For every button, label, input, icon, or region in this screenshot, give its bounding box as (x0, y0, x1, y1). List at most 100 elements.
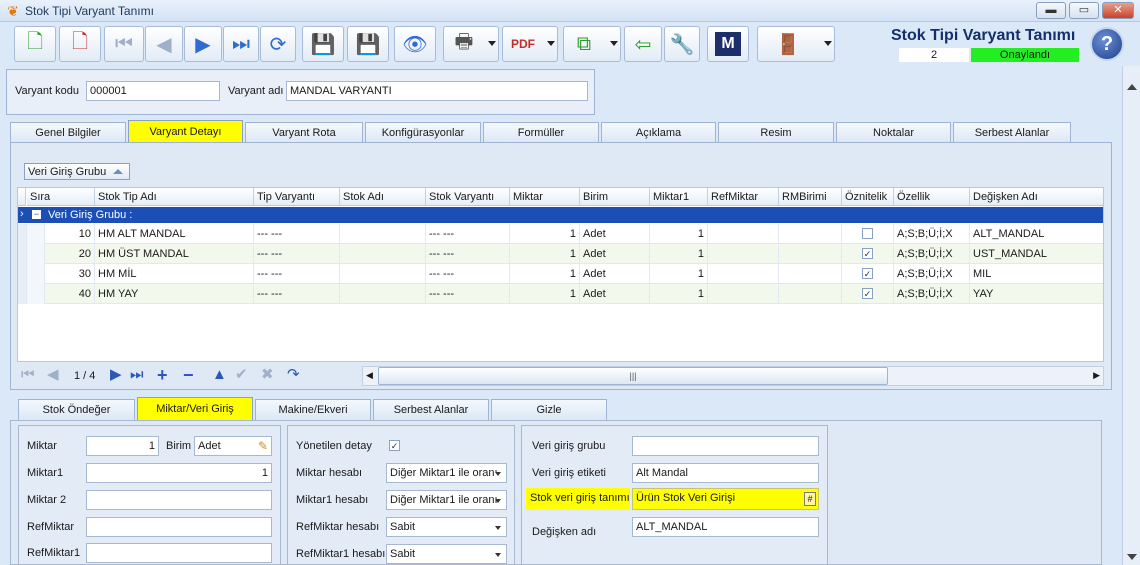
cell-oznitelik[interactable] (842, 224, 894, 244)
close-button[interactable]: ✕ (1102, 2, 1134, 19)
cell-stok-adi[interactable] (340, 284, 426, 304)
exit-button[interactable]: 🚪 (757, 26, 835, 62)
oznitelik-checkbox[interactable]: ✓ (862, 268, 873, 279)
chevron-down-icon[interactable] (495, 472, 501, 476)
chevron-down-icon[interactable] (488, 41, 496, 46)
cell-rmbirimi[interactable] (779, 224, 842, 244)
cell-stok-adi[interactable] (340, 244, 426, 264)
scroll-left-icon[interactable]: ◀ (366, 370, 373, 381)
row-indicator[interactable] (18, 264, 27, 284)
col-ozellik[interactable]: Özellik (894, 188, 970, 206)
chevron-down-icon[interactable] (495, 553, 501, 557)
cell-oznitelik[interactable]: ✓ (842, 264, 894, 284)
nav-add-icon[interactable]: + (157, 366, 168, 384)
eraser-icon[interactable]: ✎ (258, 439, 268, 453)
veri-giris-grubu-input[interactable] (632, 436, 819, 456)
maximize-button[interactable]: ▭ (1069, 2, 1099, 19)
variant-code-input[interactable]: 000001 (86, 81, 220, 101)
cell-miktar1[interactable]: 1 (650, 284, 708, 304)
cell-birim[interactable]: Adet (580, 284, 650, 304)
veri-giris-etiketi-input[interactable]: Alt Mandal (632, 463, 819, 483)
cell-rmbirimi[interactable] (779, 284, 842, 304)
nav-prev-icon[interactable]: ◀ (47, 367, 59, 383)
cell-ozellik[interactable]: A;S;B;Ü;İ;X (894, 264, 970, 284)
refmiktar1-input[interactable] (86, 543, 272, 563)
previous-record-button[interactable]: ◀ (145, 26, 183, 62)
nav-first-icon[interactable]: ⏮ (21, 367, 35, 383)
tab-miktar-veri-giris[interactable]: Miktar/Veri Giriş (137, 397, 253, 420)
cell-degisken-adi[interactable]: ALT_MANDAL (970, 224, 1103, 244)
miktar1-hesabi-select[interactable]: Diğer Miktar1 ile oranı (386, 490, 507, 510)
col-miktar1[interactable]: Miktar1 (650, 188, 708, 206)
cell-miktar[interactable]: 1 (510, 244, 580, 264)
cell-refmiktar[interactable] (708, 244, 779, 264)
tab-gizle[interactable]: Gizle (491, 399, 607, 420)
oznitelik-checkbox[interactable]: ✓ (862, 248, 873, 259)
col-sira[interactable]: Sıra (27, 188, 95, 206)
nav-last-icon[interactable]: ⏭ (130, 367, 144, 383)
table-row[interactable]: 40 HM YAY --- --- --- --- 1 Adet 1 ✓ A;S;B;Ü;İ;X… (18, 284, 1103, 304)
col-refmiktar[interactable]: RefMiktar (708, 188, 779, 206)
save-close-button[interactable]: 💾 (347, 26, 389, 62)
scroll-up-icon[interactable] (1127, 84, 1137, 90)
delete-record-button[interactable]: 🗋 (59, 26, 101, 62)
cell-ozellik[interactable]: A;S;B;Ü;İ;X (894, 284, 970, 304)
miktar1-input[interactable]: 1 (86, 463, 272, 483)
minimize-button[interactable]: ▬ (1036, 2, 1066, 19)
cell-stok-varyanti[interactable]: --- --- (426, 284, 510, 304)
copy-button[interactable]: ⧉ (563, 26, 621, 62)
save-button[interactable]: 💾 (302, 26, 344, 62)
cell-refmiktar[interactable] (708, 264, 779, 284)
variant-name-input[interactable]: MANDAL VARYANTI (286, 81, 588, 101)
cell-birim[interactable]: Adet (580, 264, 650, 284)
refmiktar-hesabi-select[interactable]: Sabit (386, 517, 507, 537)
row-indicator[interactable] (18, 244, 27, 264)
cell-miktar[interactable]: 1 (510, 224, 580, 244)
cell-oznitelik[interactable]: ✓ (842, 284, 894, 304)
cell-stok-tip-adi[interactable]: HM YAY (95, 284, 254, 304)
group-row[interactable]: › − Veri Giriş Grubu : (18, 207, 1103, 223)
cell-miktar1[interactable]: 1 (650, 244, 708, 264)
cell-tip-varyanti[interactable]: --- --- (254, 284, 340, 304)
tab-stok-ondeger[interactable]: Stok Öndeğer (18, 399, 135, 420)
cell-stok-varyanti[interactable]: --- --- (426, 244, 510, 264)
cell-degisken-adi[interactable]: YAY (970, 284, 1103, 304)
stok-veri-giris-input[interactable]: Ürün Stok Veri Girişi # (632, 488, 819, 510)
col-birim[interactable]: Birim (580, 188, 650, 206)
nav-next-icon[interactable]: ▶ (110, 367, 122, 383)
tab-formuller[interactable]: Formüller (483, 122, 599, 143)
cell-refmiktar[interactable] (708, 224, 779, 244)
cell-stok-tip-adi[interactable]: HM ALT MANDAL (95, 224, 254, 244)
yonetilen-detay-checkbox[interactable]: ✓ (389, 440, 400, 451)
chevron-down-icon[interactable] (495, 499, 501, 503)
cell-birim[interactable]: Adet (580, 224, 650, 244)
cell-sira[interactable]: 10 (45, 224, 95, 244)
miktar-hesabi-select[interactable]: Diğer Miktar1 ile oranı (386, 463, 507, 483)
cell-degisken-adi[interactable]: UST_MANDAL (970, 244, 1103, 264)
cell-tip-varyanti[interactable]: --- --- (254, 244, 340, 264)
cell-tip-varyanti[interactable]: --- --- (254, 224, 340, 244)
col-oznitelik[interactable]: Öznitelik (842, 188, 894, 206)
print-button[interactable]: 🖶 (443, 26, 499, 62)
tab-aciklama[interactable]: Açıklama (601, 122, 716, 143)
m-button[interactable]: M (707, 26, 749, 62)
group-by-box[interactable]: Veri Giriş Grubu (24, 163, 130, 180)
tools-button[interactable]: 🔧 (664, 26, 700, 62)
cell-miktar1[interactable]: 1 (650, 224, 708, 244)
nav-cancel-icon[interactable]: ✖ (261, 367, 274, 383)
table-row[interactable]: 10 HM ALT MANDAL --- --- --- --- 1 Adet 1 A;S;B… (18, 224, 1103, 244)
tab-noktalar[interactable]: Noktalar (836, 122, 951, 143)
chevron-down-icon[interactable] (824, 41, 832, 46)
col-stok-adi[interactable]: Stok Adı (340, 188, 426, 206)
next-record-button[interactable]: ▶ (184, 26, 222, 62)
vertical-scrollbar[interactable] (1122, 66, 1140, 565)
col-miktar[interactable]: Miktar (510, 188, 580, 206)
cell-miktar1[interactable]: 1 (650, 264, 708, 284)
cell-stok-varyanti[interactable]: --- --- (426, 264, 510, 284)
new-record-button[interactable]: 🗋 (14, 26, 56, 62)
cell-sira[interactable]: 20 (45, 244, 95, 264)
cell-rmbirimi[interactable] (779, 244, 842, 264)
cell-miktar[interactable]: 1 (510, 284, 580, 304)
cell-sira[interactable]: 40 (45, 284, 95, 304)
cell-birim[interactable]: Adet (580, 244, 650, 264)
